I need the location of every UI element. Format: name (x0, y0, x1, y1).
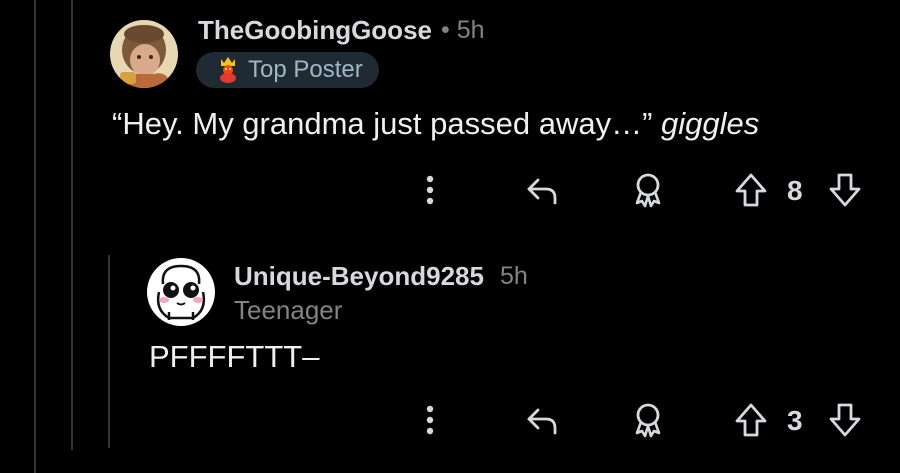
flair-label: Top Poster (248, 56, 363, 83)
avatar[interactable] (110, 20, 178, 88)
more-vertical-icon (426, 405, 434, 435)
avatar[interactable] (147, 258, 215, 326)
comment-body: PFFFFTTT– (149, 339, 320, 374)
downvote-button[interactable] (826, 170, 864, 210)
comment-timestamp[interactable]: 5h (500, 262, 528, 291)
reply-button[interactable] (522, 170, 562, 210)
separator-dot: • (441, 16, 450, 44)
vote-score: 8 (787, 175, 803, 206)
comment-timestamp[interactable]: 5h (457, 16, 485, 44)
reply-arrow-icon (527, 178, 557, 205)
more-options-button[interactable] (415, 402, 445, 438)
reply-button[interactable] (522, 400, 562, 440)
user-flair[interactable]: Top Poster (196, 52, 379, 88)
more-vertical-icon (426, 175, 434, 205)
vote-score: 3 (787, 405, 803, 436)
upvote-button[interactable] (732, 400, 770, 440)
comment-username[interactable]: TheGoobingGoose (198, 15, 432, 46)
downvote-arrow-icon (829, 173, 861, 207)
upvote-arrow-icon (735, 403, 767, 437)
comment-italic-text: giggles (661, 106, 760, 141)
comment-username[interactable]: Unique-Beyond9285 (234, 261, 484, 292)
comment-meta: • 5h (441, 16, 485, 45)
comment-quote-text: “Hey. My grandma just passed away…” (112, 106, 653, 141)
award-icon (635, 403, 661, 438)
thread-line-outer[interactable] (34, 0, 36, 473)
downvote-button[interactable] (826, 400, 864, 440)
upvote-button[interactable] (732, 170, 770, 210)
reply-arrow-icon (527, 408, 557, 435)
award-button[interactable] (628, 170, 668, 210)
crown-mascot-icon (220, 57, 236, 83)
thread-line-reply[interactable] (108, 255, 110, 448)
upvote-arrow-icon (735, 173, 767, 207)
thread-line-middle[interactable] (71, 0, 73, 450)
comment-body: “Hey. My grandma just passed away…” gigg… (112, 106, 759, 142)
award-button[interactable] (628, 400, 668, 440)
user-flair[interactable]: Teenager (234, 295, 342, 326)
award-icon (635, 173, 661, 208)
more-options-button[interactable] (415, 172, 445, 208)
downvote-arrow-icon (829, 403, 861, 437)
